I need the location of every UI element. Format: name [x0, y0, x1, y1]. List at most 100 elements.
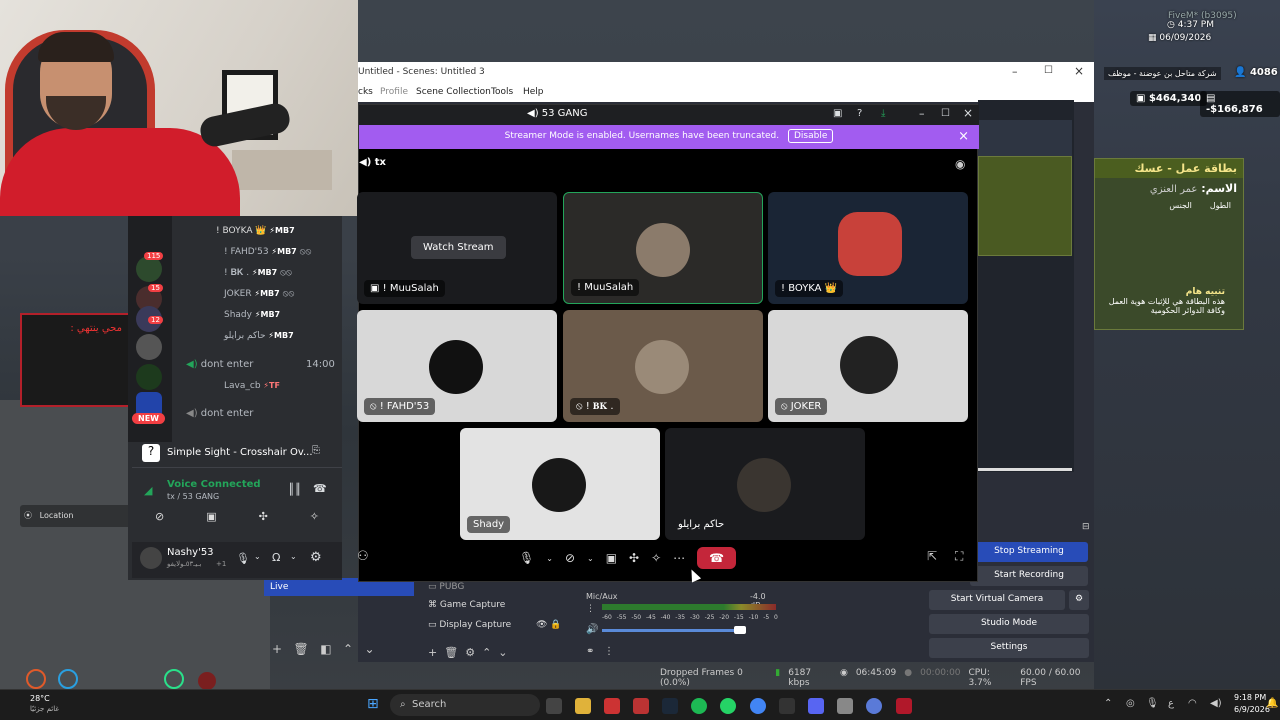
menu-scene-collection[interactable]: Scene Collection [416, 87, 491, 97]
chevron-up-icon[interactable]: ⌃ [1104, 698, 1112, 709]
language-indicator[interactable]: ع [1168, 698, 1174, 709]
chevron-down-icon[interactable]: ⌄ [546, 554, 553, 563]
voice-channel-dont-enter-1[interactable]: ◀) dont enter 14:00 [186, 359, 335, 370]
screen-icon[interactable]: ▣ [833, 108, 842, 119]
start-virtual-camera-button[interactable]: Start Virtual Camera [929, 590, 1065, 610]
speaker-icon[interactable]: 🔊 [586, 624, 598, 635]
tile-shady[interactable]: Shady [460, 428, 660, 540]
steam-icon[interactable] [662, 698, 678, 714]
obs-icon[interactable] [866, 698, 882, 714]
download-icon[interactable]: ⤓ [881, 108, 885, 119]
volume-icon[interactable]: ◀) [1210, 698, 1222, 709]
source-display-capture[interactable]: ▭ Display Capture 👁 🔒 [428, 620, 568, 640]
minimize-icon[interactable]: – [919, 107, 925, 120]
maximize-icon[interactable]: ☐ [1044, 65, 1053, 76]
clock-time[interactable]: 9:18 PM [1234, 693, 1266, 702]
tile-joker[interactable]: ⦸ JOKER [768, 310, 968, 422]
whatsapp-icon[interactable] [720, 698, 736, 714]
camera-off-icon[interactable]: ⊘ [565, 551, 575, 565]
activity-action-icon[interactable]: ⎘ [312, 445, 320, 456]
network-icon[interactable]: ◎ [1126, 698, 1135, 709]
microphone-icon[interactable]: 🎙 [236, 552, 250, 565]
up-icon[interactable]: ⌃ [482, 646, 491, 659]
spotify-icon[interactable] [691, 698, 707, 714]
source-pubg[interactable]: ▭ PUBG [428, 580, 568, 600]
tile-muusalah[interactable]: ! MuuSalah [563, 192, 763, 304]
settings-button[interactable]: Settings [929, 638, 1089, 658]
wifi-icon[interactable]: ◠ [1188, 698, 1197, 709]
eye-icon[interactable]: 👁 [536, 620, 547, 630]
app-icon[interactable] [896, 698, 912, 714]
more-icon[interactable]: ⋮ [604, 646, 614, 657]
tile-fahd[interactable]: ⦸ ! FAHD'53 [357, 310, 557, 422]
avatar[interactable] [140, 547, 162, 569]
lock-icon[interactable]: 🔒 [550, 620, 561, 630]
minimize-icon[interactable]: – [1012, 65, 1018, 78]
menu-docks[interactable]: cks [358, 87, 373, 97]
down-icon[interactable]: ⌄ [498, 646, 507, 659]
dock-icon[interactable]: ⊟ [1082, 522, 1090, 532]
screen-share-icon[interactable]: ▣ [206, 510, 216, 530]
filter-icon[interactable]: ◧ [320, 642, 331, 656]
disconnect-icon[interactable]: ☎ [313, 482, 327, 495]
close-icon[interactable]: × [963, 106, 973, 120]
headphones-icon[interactable]: Ω [272, 551, 280, 564]
tile-boyka[interactable]: ! BOYKA 👑 [768, 192, 968, 304]
microphone-icon[interactable]: 🎙 [1146, 698, 1159, 709]
weather-temp[interactable]: 28°C [30, 694, 50, 703]
windows-start-icon[interactable]: ⊞ [367, 696, 379, 712]
up-icon[interactable]: ⌃ [343, 642, 353, 656]
chevron-down-icon[interactable]: ⌄ [587, 554, 594, 563]
search-box[interactable]: ⌕ Search [390, 694, 540, 716]
mixer-menu-icon[interactable]: ⋮ [586, 604, 595, 614]
camera-off-icon[interactable]: ⊘ [155, 510, 164, 530]
add-icon[interactable]: + [272, 642, 282, 656]
gear-icon[interactable]: ⚙ [465, 646, 475, 659]
watch-stream-button[interactable]: Watch Stream [411, 236, 506, 259]
volume-handle[interactable] [734, 626, 746, 634]
volume-slider[interactable] [602, 629, 740, 632]
member-fahd[interactable]: ! FAHD'53 ⚡MB7 ⦸⦸ [224, 247, 311, 257]
member-bk[interactable]: ! 𝐁𝐊 . ⚡MB7 ⦸⦸ [224, 268, 292, 278]
menu-profile[interactable]: Profile [380, 87, 408, 97]
studio-mode-button[interactable]: Studio Mode [929, 614, 1089, 634]
settings-icon[interactable] [837, 698, 853, 714]
fullscreen-icon[interactable]: ⛶ [955, 549, 963, 564]
voice-channel-name[interactable]: tx / 53 GANG [167, 492, 219, 501]
help-icon[interactable]: ? [857, 108, 862, 119]
chevron-down-icon[interactable]: ⌄ [254, 552, 261, 561]
file-explorer-icon[interactable] [575, 698, 591, 714]
soundboard-icon[interactable]: ✧ [310, 510, 319, 530]
stop-streaming-button[interactable]: Stop Streaming [970, 542, 1088, 562]
member-joker[interactable]: JOKER ⚡MB7 ⦸⦸ [224, 289, 294, 299]
trash-icon[interactable]: 🗑 [444, 646, 458, 659]
member-shady[interactable]: Shady ⚡MB7 [224, 310, 280, 320]
clock-date[interactable]: 6/9/2026 [1234, 705, 1270, 714]
soundboard-icon[interactable]: ✧ [651, 551, 661, 565]
link-icon[interactable]: ⚭ [586, 646, 594, 657]
chrome-icon[interactable] [750, 698, 766, 714]
server-icon[interactable] [136, 334, 162, 360]
microphone-icon[interactable]: 🎙 [519, 551, 534, 565]
server-icon[interactable] [136, 364, 162, 390]
trash-icon[interactable]: 🗑 [294, 642, 309, 656]
task-view-icon[interactable] [546, 698, 562, 714]
app-icon[interactable] [604, 698, 620, 714]
menu-help[interactable]: Help [523, 87, 544, 97]
hang-up-button[interactable]: ☎ [697, 547, 737, 569]
discord-icon[interactable] [808, 698, 824, 714]
start-recording-button[interactable]: Start Recording [970, 566, 1088, 586]
popout-icon[interactable]: ⇱ [927, 549, 937, 563]
tile-hakem[interactable]: حاكم برايلو [665, 428, 865, 540]
add-people-icon[interactable]: ⚇ [357, 549, 369, 564]
disable-button[interactable]: Disable [787, 129, 834, 143]
activities-icon[interactable]: ✣ [629, 551, 639, 565]
chat-icon[interactable]: ◉ [955, 157, 965, 171]
voice-connected-label[interactable]: Voice Connected [167, 479, 261, 490]
more-icon[interactable]: ⋯ [673, 551, 685, 565]
tile-stream[interactable]: Watch Stream ▣ ! MuuSalah [357, 192, 557, 304]
member-lava[interactable]: Lava_cb ⚡TF [224, 381, 280, 391]
chevron-down-icon[interactable]: ⌄ [290, 552, 297, 561]
close-banner-icon[interactable]: × [958, 129, 969, 144]
menu-tools[interactable]: Tools [491, 87, 513, 97]
